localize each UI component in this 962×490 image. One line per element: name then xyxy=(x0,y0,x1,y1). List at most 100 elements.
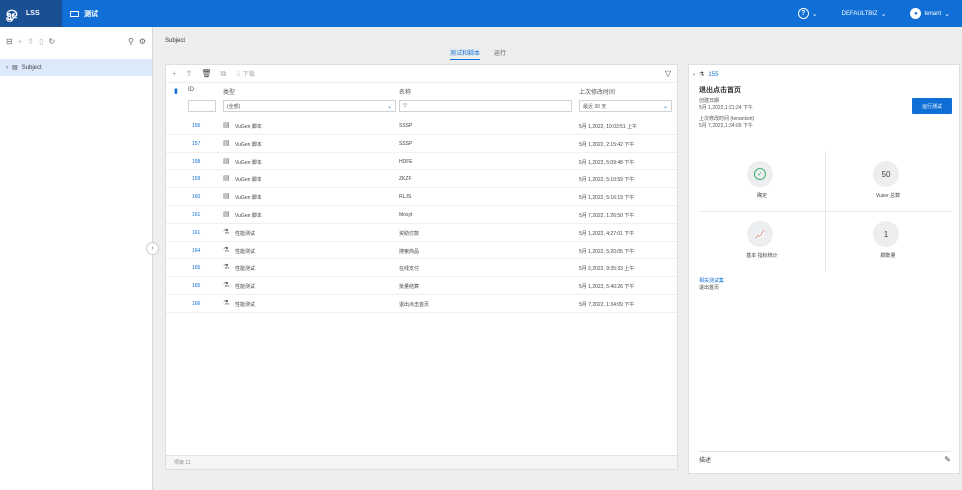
related-testset-value: 退出首页 xyxy=(699,285,720,291)
tree-item-subject[interactable]: › ▤ Subject xyxy=(0,59,152,76)
row-id[interactable]: 158 xyxy=(192,159,200,165)
table-row[interactable]: 164 ⚗ 性能测试 搜索商品 5月 1,2022, 5:20:05 下午 xyxy=(166,242,677,260)
row-name: 批量结算 xyxy=(399,284,420,291)
column-header-name[interactable]: 名称 xyxy=(399,87,411,96)
table-row[interactable]: 160 ▤ VuGen 脚本 RLJS 5月 1,2022, 5:16:19 下午 xyxy=(166,188,677,206)
chevron-right-icon: › xyxy=(6,64,8,71)
upload-icon[interactable]: ⇮ xyxy=(186,69,193,78)
script-icon: ▤ xyxy=(223,175,230,183)
breadcrumb: Subject xyxy=(165,38,186,44)
test-type-icon: ⚗ xyxy=(699,72,705,78)
delete-icon[interactable]: 🗑 xyxy=(201,69,211,78)
summary-grid: ✓ 确定 50 Vuser 总数 📈 基本 指标统计 1 脚数量 xyxy=(699,151,951,271)
refresh-icon[interactable]: ↻ xyxy=(48,37,55,46)
brand-label: LSS xyxy=(26,10,40,17)
row-name: SSSP xyxy=(399,123,413,129)
chart-badge: 📈 xyxy=(747,221,773,247)
chevron-down-icon: ⌄ xyxy=(880,10,887,18)
project-label: DEFAULTBIZ xyxy=(841,10,878,17)
row-name: ZKZF xyxy=(399,176,412,183)
type-filter-select[interactable]: (全部) ⌄ xyxy=(223,100,396,112)
filter-icon: ▽ xyxy=(403,103,407,109)
table-row[interactable]: 158 ▤ VuGen 脚本 HDFE 5月 1,2022, 5:09:48 下午 xyxy=(166,153,677,171)
new-folder-icon[interactable]: ⊟ xyxy=(6,37,13,46)
row-id[interactable]: 165 xyxy=(192,283,200,289)
nav-tab-test[interactable]: 测试 xyxy=(62,0,106,27)
row-id[interactable]: 156 xyxy=(192,123,200,129)
row-id[interactable]: 164 xyxy=(192,248,200,254)
project-menu[interactable]: DEFAULTBIZ ⌄ xyxy=(830,10,899,18)
help-menu[interactable]: ? ⌄ xyxy=(786,8,830,19)
row-date: 5月 7,2022, 1:34:09 下午 xyxy=(579,301,635,308)
column-header-modified[interactable]: 上次修改时间 xyxy=(579,87,615,96)
id-filter-input[interactable] xyxy=(188,100,216,112)
table-row[interactable]: 156 ▤ VuGen 脚本 SSSP 5月 1,2022, 10:03:51 上午 xyxy=(166,117,677,135)
table-row[interactable]: 157 ▤ VuGen 脚本 SSSP 5月 1,2022, 2:15:42 下午 xyxy=(166,135,677,153)
column-chooser-icon[interactable]: ▮ xyxy=(174,87,178,95)
add-icon[interactable]: + xyxy=(172,69,177,78)
add-icon[interactable]: + xyxy=(18,37,23,46)
account-menu[interactable]: ● tenant ⌄ xyxy=(898,8,962,19)
brand-area[interactable]: ௐ LSS xyxy=(0,0,62,27)
column-header-type[interactable]: 类型 xyxy=(223,87,235,96)
date-filter-value: 最近 30 天 xyxy=(583,103,607,110)
related-testset-link[interactable]: 相关测试集 xyxy=(699,277,724,284)
filter-icon[interactable]: ▽ xyxy=(665,69,671,78)
tab-tests-scripts[interactable]: 测试和脚本 xyxy=(450,48,481,60)
table-row[interactable]: 165 ⚗ 性能测试 在线支付 5月 2,2022, 9:35:33 上午 xyxy=(166,259,677,278)
stat-validation[interactable]: ✓ 确定 xyxy=(699,151,825,211)
search-icon[interactable]: ⚲ xyxy=(128,37,134,46)
date-filter-select[interactable]: 最近 30 天 ⌄ xyxy=(579,100,672,112)
tab-runs[interactable]: 运行 xyxy=(494,48,506,60)
row-id[interactable]: 157 xyxy=(192,141,200,147)
settings-icon[interactable]: ⚙ xyxy=(139,37,146,46)
chevron-down-icon: ⌄ xyxy=(662,103,668,110)
row-id[interactable]: 161 xyxy=(192,212,200,218)
row-date: 5月 1,2022, 5:40:26 下午 xyxy=(579,284,635,291)
run-test-button[interactable]: 运行测试 xyxy=(912,98,952,114)
row-id[interactable]: 160 xyxy=(192,194,200,200)
row-type: VuGen 脚本 xyxy=(235,124,262,130)
row-id[interactable]: 165 xyxy=(192,265,200,271)
stat-vusers[interactable]: 50 Vuser 总数 xyxy=(825,151,951,211)
download-label: 下载 xyxy=(242,72,255,78)
row-name: HDFE xyxy=(399,158,413,165)
column-header-id[interactable]: ID xyxy=(188,87,194,93)
row-type: VuGen 脚本 xyxy=(235,141,262,148)
row-date: 5月 1,2022, 4:27:01 下午 xyxy=(579,230,635,237)
modified-label: 上次修改时间 (tenantsnt) xyxy=(699,116,755,122)
script-icon: ▤ xyxy=(223,210,230,218)
row-id[interactable]: 166 xyxy=(192,301,200,307)
table-row[interactable]: 165 ⚗ 性能测试 批量结算 5月 1,2022, 5:40:26 下午 xyxy=(166,277,677,295)
row-id[interactable]: 161 xyxy=(192,230,200,236)
row-id[interactable]: 159 xyxy=(192,176,200,182)
chevron-down-icon: ⌄ xyxy=(811,10,818,18)
account-label: tenant xyxy=(924,10,942,17)
download-button[interactable]: ⇩ 下载 xyxy=(235,69,255,78)
stat-scripts[interactable]: 1 脚数量 xyxy=(825,211,951,271)
tree-item-label: Subject xyxy=(21,64,42,71)
detail-title: 退出点击首页 xyxy=(699,87,741,94)
table-row[interactable]: 166 ⚗ 性能测试 退出点击首页 5月 7,2022, 1:34:09 下午 xyxy=(166,295,677,313)
row-date: 5月 7,2022, 1:26:50 下午 xyxy=(579,212,635,219)
upload-icon[interactable]: ⇮ xyxy=(27,37,34,46)
chevron-down-icon: ⌄ xyxy=(386,103,392,110)
copy-icon[interactable]: ⧉ xyxy=(221,69,227,79)
delete-icon[interactable]: ▯ xyxy=(39,37,43,46)
row-name: 在线支付 xyxy=(399,266,420,273)
stat-sla[interactable]: 📈 基本 指标统计 xyxy=(699,211,825,271)
top-bar: ௐ LSS 测试 ? ⌄ DEFAULTBIZ ⌄ ● tenant ⌄ xyxy=(0,0,962,27)
chevron-right-icon[interactable]: › xyxy=(693,72,695,78)
chart-icon: 📈 xyxy=(755,229,765,239)
name-filter-input[interactable]: ▽ xyxy=(399,100,572,112)
row-name: SSSP xyxy=(399,140,413,147)
check-icon: ✓ xyxy=(754,168,766,180)
performance-test-icon: ⚗ xyxy=(223,246,230,254)
edit-icon[interactable]: ✎ xyxy=(944,455,951,464)
table-row[interactable]: 159 ▤ VuGen 脚本 ZKZF 5月 1,2022, 5:10:59 下午 xyxy=(166,170,677,189)
table-row[interactable]: 161 ▤ VuGen 脚本 Mosyt 5月 7,2022, 1:26:50 下午 xyxy=(166,206,677,224)
stat-label: 脚数量 xyxy=(880,253,896,259)
table-row[interactable]: 161 ⚗ 性能测试 资助付款 5月 1,2022, 4:27:01 下午 xyxy=(166,224,677,242)
tests-table-panel: + ⇮ 🗑 ⧉ ⇩ 下载 ▽ ▮ ID 类型 名称 上次修改时间 (全部) ⌄ … xyxy=(165,64,678,470)
collapse-panel-button[interactable]: ‹ xyxy=(146,242,159,255)
